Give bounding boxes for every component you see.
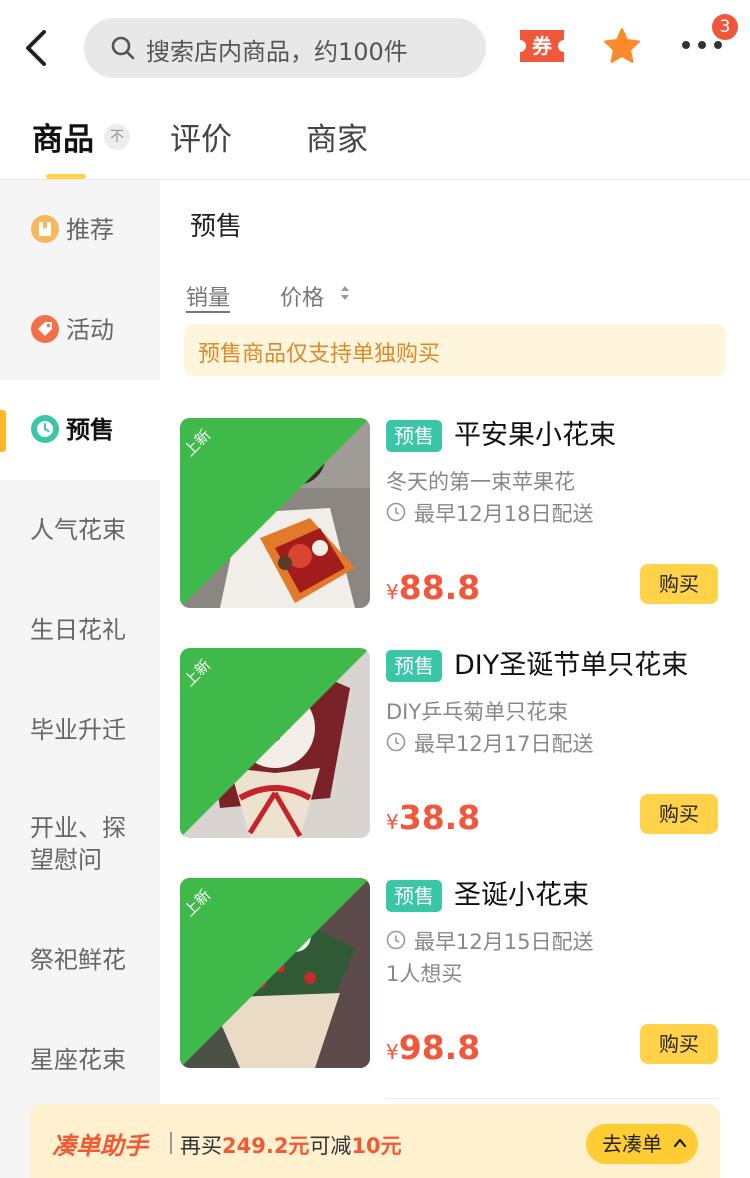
product-image[interactable]: 上新	[180, 878, 370, 1068]
product-card[interactable]: 上新 预售 平安果小花束 冬天的第一束苹果花 最早12月18日配送 ¥88.8 …	[180, 418, 730, 618]
product-price: ¥38.8	[386, 798, 480, 837]
want-count: 1人想买	[386, 962, 463, 986]
active-tab-indicator	[46, 174, 86, 179]
coupon-label: 券	[532, 34, 552, 58]
helper-message: 再买249.2元可减10元	[180, 1130, 402, 1160]
presale-notice: 预售商品仅支持单独购买	[184, 324, 726, 376]
notice-text: 预售商品仅支持单独购买	[198, 342, 441, 367]
more-icon[interactable]	[680, 38, 724, 52]
sidebar-item-label: 星座花束	[30, 1046, 126, 1074]
sidebar-item-zodiac[interactable]: 星座花束	[0, 1010, 160, 1110]
sidebar-item-label: 生日花礼	[30, 616, 126, 644]
price-value: 88.8	[398, 568, 481, 607]
currency-symbol: ¥	[386, 810, 399, 834]
tab-reviews[interactable]: 评价	[170, 114, 232, 159]
sort-hint-badge: 不	[104, 124, 130, 150]
product-subtitle: 冬天的第一束苹果花	[386, 470, 575, 494]
delivery-date: 最早12月17日配送	[414, 732, 594, 756]
price-value: 98.8	[398, 1028, 481, 1067]
search-placeholder: 搜索店内商品，约100件	[146, 38, 408, 66]
delivery-date: 最早12月15日配送	[414, 930, 594, 954]
new-ribbon-icon	[180, 648, 370, 838]
sidebar-item-recommend[interactable]: 推荐	[0, 180, 160, 280]
tab-goods[interactable]: 商品	[32, 114, 94, 159]
new-ribbon-icon	[180, 418, 370, 608]
divider	[386, 1098, 718, 1099]
tab-bar: 商品 不 评价 商家	[0, 96, 750, 180]
helper-brand: 凑单助手	[52, 1132, 148, 1160]
chevron-up-icon	[674, 1138, 686, 1148]
sidebar-item-label: 预售	[66, 416, 114, 444]
msg-prefix: 再买	[180, 1134, 222, 1158]
clock-icon	[386, 732, 406, 752]
buy-button[interactable]: 购买	[640, 1024, 718, 1064]
presale-tag: 预售	[386, 420, 442, 452]
delivery-date: 最早12月18日配送	[414, 502, 594, 526]
back-arrow-icon[interactable]	[22, 26, 52, 70]
divider	[170, 1132, 172, 1154]
product-card[interactable]: 上新 预售 圣诞小花束 最早12月15日配送 1人想买 ¥98.8 购买	[180, 878, 730, 1099]
clock-icon	[386, 930, 406, 950]
buy-button[interactable]: 购买	[640, 564, 718, 604]
search-icon	[111, 36, 135, 60]
cart-helper-bar: 凑单助手 再买249.2元可减10元 去凑单	[30, 1104, 720, 1178]
button-label: 去凑单	[602, 1132, 662, 1156]
tag-icon	[31, 315, 59, 343]
category-sidebar: 推荐 活动 预售 人气花束 生日花礼 毕业升迁 开业、探望慰问 祭祀鲜花 星座花…	[0, 180, 160, 1178]
sidebar-item-popular[interactable]: 人气花束	[0, 480, 160, 580]
new-ribbon-icon	[180, 878, 370, 1068]
currency-symbol: ¥	[386, 1040, 399, 1064]
product-list-panel: 预售 销量 价格 预售商品仅支持单独购买 上新 预售 平安果小花束 冬天的第一束…	[160, 180, 750, 1178]
go-add-items-button[interactable]: 去凑单	[586, 1124, 698, 1164]
sidebar-item-label: 活动	[66, 316, 114, 344]
notification-badge: 3	[712, 14, 738, 40]
tab-merchant[interactable]: 商家	[306, 114, 368, 159]
product-name: 圣诞小花束	[454, 880, 589, 911]
product-subtitle: DIY乒乓菊单只花束	[386, 700, 569, 724]
buy-button[interactable]: 购买	[640, 794, 718, 834]
sort-by-sales[interactable]: 销量	[186, 280, 230, 312]
product-price: ¥88.8	[386, 568, 480, 607]
sort-arrows-icon	[341, 286, 349, 300]
msg-discount: 10元	[351, 1134, 402, 1158]
price-value: 38.8	[398, 798, 481, 837]
product-price: ¥98.8	[386, 1028, 480, 1067]
sidebar-item-activity[interactable]: 活动	[0, 280, 160, 380]
favorite-star-icon[interactable]	[602, 26, 642, 66]
sidebar-item-presale[interactable]: 预售	[0, 380, 160, 480]
sidebar-item-label: 开业、探望慰问	[30, 814, 126, 874]
sidebar-item-birthday[interactable]: 生日花礼	[0, 580, 160, 680]
clock-icon	[31, 415, 59, 443]
sidebar-item-label: 毕业升迁	[30, 716, 126, 744]
sidebar-item-label: 人气花束	[30, 516, 126, 544]
top-bar: 搜索店内商品，约100件 券 3	[0, 0, 750, 96]
sidebar-item-memorial[interactable]: 祭祀鲜花	[0, 910, 160, 1010]
product-image[interactable]: 上新	[180, 648, 370, 838]
product-image[interactable]: 上新	[180, 418, 370, 608]
msg-middle: 可减	[309, 1134, 352, 1158]
search-input[interactable]: 搜索店内商品，约100件	[84, 18, 486, 78]
sidebar-item-label: 推荐	[66, 216, 114, 244]
msg-amount: 249.2元	[222, 1134, 310, 1158]
product-card[interactable]: 上新 预售 DIY圣诞节单只花束 DIY乒乓菊单只花束 最早12月17日配送 ¥…	[180, 648, 730, 848]
product-name: DIY圣诞节单只花束	[454, 650, 689, 681]
clock-icon	[386, 502, 406, 522]
section-title: 预售	[190, 212, 243, 242]
sort-by-price[interactable]: 价格	[280, 280, 324, 312]
sidebar-item-opening[interactable]: 开业、探望慰问	[0, 780, 160, 900]
sidebar-item-graduation[interactable]: 毕业升迁	[0, 680, 160, 780]
active-indicator	[0, 410, 6, 452]
presale-tag: 预售	[386, 650, 442, 682]
product-name: 平安果小花束	[454, 420, 616, 451]
sidebar-item-label: 祭祀鲜花	[30, 946, 126, 974]
presale-tag: 预售	[386, 880, 442, 912]
recommend-icon	[31, 215, 59, 243]
currency-symbol: ¥	[386, 580, 399, 604]
